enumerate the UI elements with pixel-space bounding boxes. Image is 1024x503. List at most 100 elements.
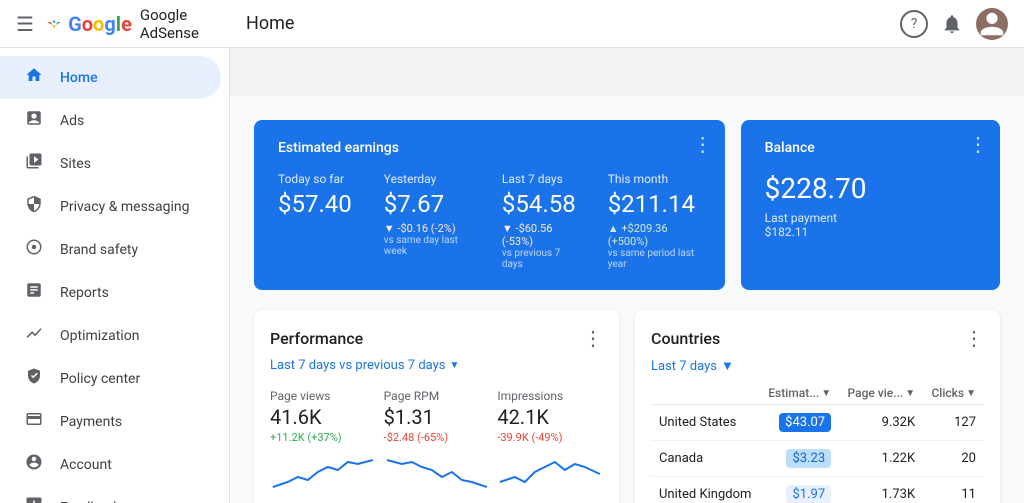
sidebar-item-policy-center[interactable]: Policy center xyxy=(0,357,221,400)
logo-g: G xyxy=(68,12,82,36)
table-header-row: Estimat... ▼ Page vie... ▼ xyxy=(651,382,984,405)
sites-icon xyxy=(24,152,44,175)
header-right: ? xyxy=(900,8,1024,40)
logo-container: Google Google AdSense xyxy=(46,6,214,42)
yesterday-change-text: -$0.16 (-2%) xyxy=(397,222,455,235)
earning-today: Today so far $57.40 xyxy=(278,172,352,270)
yesterday-change: ▼ -$0.16 (-2%) xyxy=(384,222,470,235)
logo-g2: g xyxy=(104,12,115,36)
metric-impressions-change: -39.9K (-49%) xyxy=(497,431,603,444)
home-icon xyxy=(24,66,44,89)
metric-impressions-value: 42.1K xyxy=(497,405,603,429)
performance-filter[interactable]: Last 7 days vs previous 7 days ▼ xyxy=(270,358,603,373)
sidebar: Home Ads Sites Privacy & messaging xyxy=(0,0,230,503)
countries-filter-label: Last 7 days xyxy=(651,359,717,374)
sparkline-pageviews xyxy=(270,452,376,492)
sidebar-item-feedback-label: Feedback xyxy=(60,500,120,503)
yesterday-change-sub: vs same day last week xyxy=(384,235,470,257)
sidebar-item-ads-label: Ads xyxy=(60,113,84,129)
ads-icon xyxy=(24,109,44,132)
last7-change-icon: ▼ xyxy=(502,222,513,235)
metric-pageviews-label: Page views xyxy=(270,389,376,403)
balance-sub: Last payment $182.11 xyxy=(765,211,976,239)
sidebar-item-feedback[interactable]: Feedback xyxy=(0,486,221,503)
logo-o1: o xyxy=(82,12,93,36)
last7-change-sub: vs previous 7 days xyxy=(502,248,576,270)
sidebar-item-optimization-label: Optimization xyxy=(60,328,139,344)
earnings-card: Estimated earnings ⋮ Today so far $57.40… xyxy=(254,120,725,290)
optimization-icon xyxy=(24,324,44,347)
earnings-card-title: Estimated earnings xyxy=(278,140,701,156)
payments-icon xyxy=(24,410,44,433)
page-title: Home xyxy=(230,13,900,34)
col-estimate[interactable]: Estimat... ▼ xyxy=(760,382,839,405)
metric-pageviews: Page views 41.6K +11.2K (+37%) xyxy=(270,389,376,444)
country-name: Canada xyxy=(651,441,760,477)
metric-pageviews-change: +11.2K (+37%) xyxy=(270,431,376,444)
performance-panel-header: Performance ⋮ xyxy=(270,326,603,350)
metric-pageviews-value: 41.6K xyxy=(270,405,376,429)
this-month-change-sub: vs same period last year xyxy=(608,248,701,270)
logo-e: e xyxy=(121,12,132,36)
menu-icon[interactable]: ☰ xyxy=(16,12,34,36)
sidebar-item-account[interactable]: Account xyxy=(0,443,221,486)
metric-rpm-value: $1.31 xyxy=(384,405,490,429)
sidebar-item-privacy-messaging[interactable]: Privacy & messaging xyxy=(0,185,221,228)
col-clicks[interactable]: Clicks ▼ xyxy=(923,382,984,405)
reports-icon xyxy=(24,281,44,304)
balance-card-menu[interactable]: ⋮ xyxy=(968,132,988,156)
sidebar-item-account-label: Account xyxy=(60,457,112,473)
privacy-icon xyxy=(24,195,44,218)
sidebar-item-optimization[interactable]: Optimization xyxy=(0,314,221,357)
clicks-value: 20 xyxy=(923,441,984,477)
account-icon xyxy=(24,453,44,476)
notifications-button[interactable] xyxy=(936,8,968,40)
metric-rpm-label: Page RPM xyxy=(384,389,490,403)
sidebar-item-privacy-label: Privacy & messaging xyxy=(60,199,190,215)
sidebar-item-reports[interactable]: Reports xyxy=(0,271,221,314)
balance-amount: $228.70 xyxy=(765,172,976,205)
last7-label: Last 7 days xyxy=(502,172,576,186)
table-row: Canada $3.23 1.22K 20 xyxy=(651,441,984,477)
sidebar-item-ads[interactable]: Ads xyxy=(0,99,221,142)
header-left: ☰ Google Google AdSense xyxy=(0,6,230,42)
col-pageviews[interactable]: Page vie... ▼ xyxy=(839,382,923,405)
today-value: $57.40 xyxy=(278,190,352,218)
performance-title: Performance xyxy=(270,329,363,348)
metric-impressions: Impressions 42.1K -39.9K (-49%) xyxy=(497,389,603,444)
country-name: United Kingdom xyxy=(651,477,760,503)
header-bar: ☰ Google Google AdSense Home ? xyxy=(0,0,1024,48)
sidebar-item-home-label: Home xyxy=(60,70,98,86)
clicks-value: 11 xyxy=(923,477,984,503)
sidebar-item-payments[interactable]: Payments xyxy=(0,400,221,443)
earnings-grid: Today so far $57.40 Yesterday $7.67 ▼ -$… xyxy=(278,172,701,270)
sparkline-rpm-svg xyxy=(384,452,490,492)
user-avatar[interactable] xyxy=(976,8,1008,40)
performance-filter-arrow: ▼ xyxy=(449,360,459,371)
countries-filter[interactable]: Last 7 days ▼ xyxy=(651,358,984,374)
last7-value: $54.58 xyxy=(502,190,576,218)
sparkline-impressions xyxy=(497,452,603,492)
metric-rpm-change: -$2.48 (-65%) xyxy=(384,431,490,444)
feedback-icon xyxy=(24,496,44,503)
sidebar-item-home[interactable]: Home xyxy=(0,56,221,99)
google-logo-icon xyxy=(46,12,62,36)
col-country xyxy=(651,382,760,405)
earning-this-month: This month $211.14 ▲ +$209.36 (+500%) vs… xyxy=(608,172,701,270)
sparkline-rpm xyxy=(384,452,490,492)
last-payment-label: Last payment xyxy=(765,211,837,225)
performance-panel-menu[interactable]: ⋮ xyxy=(583,326,603,350)
estimate-value: $3.23 xyxy=(760,441,839,477)
estimate-value: $43.07 xyxy=(760,405,839,441)
countries-panel-menu[interactable]: ⋮ xyxy=(964,326,984,350)
policy-icon xyxy=(24,367,44,390)
main-scroll-area: Estimated earnings ⋮ Today so far $57.40… xyxy=(230,96,1024,503)
pageviews-value: 9.32K xyxy=(839,405,923,441)
sparkline-pageviews-svg xyxy=(270,452,376,492)
performance-panel: Performance ⋮ Last 7 days vs previous 7 … xyxy=(254,310,619,503)
sidebar-item-sites[interactable]: Sites xyxy=(0,142,221,185)
help-button[interactable]: ? xyxy=(900,10,928,38)
sidebar-item-brand-safety[interactable]: Brand safety xyxy=(0,228,221,271)
earnings-card-menu[interactable]: ⋮ xyxy=(693,132,713,156)
cards-row: Estimated earnings ⋮ Today so far $57.40… xyxy=(254,120,1000,290)
